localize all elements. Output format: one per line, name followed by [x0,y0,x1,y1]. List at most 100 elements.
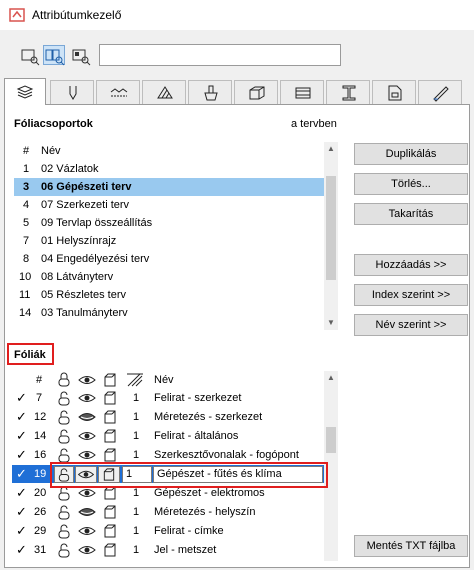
row-name: 04 Engedélyezési terv [41,253,150,265]
row-num: 7 [23,235,30,247]
column-name[interactable]: Név [41,142,61,160]
layer-name[interactable]: Méretezés - helyszín [154,503,255,521]
purge-button[interactable]: Takarítás [354,203,468,225]
intersection-value[interactable]: 1 [133,408,139,426]
list-header: # Név [12,371,324,389]
add-button[interactable]: Hozzáadás >> [354,254,468,276]
intersection-value[interactable]: 1 [133,522,139,540]
layer-combinations-list[interactable]: # Név 1 02 Vázlatok 3 06 Gépészeti terv … [14,142,338,330]
intersection-value[interactable]: 1 [133,427,139,445]
layer-name[interactable]: Felirat - általános [154,427,238,445]
check-icon[interactable]: ✓ [16,484,27,502]
tab-fills[interactable] [142,80,186,104]
delete-button[interactable]: Törlés... [354,173,468,195]
table-row[interactable]: ✓ 31 1 Jel - metszet [12,541,324,559]
check-icon[interactable]: ✓ [16,408,27,426]
column-num[interactable]: # [36,371,42,389]
tile-view-button[interactable] [43,45,65,66]
preview-view-button[interactable] [69,45,91,66]
table-row[interactable]: ✓ 7 1 Felirat - szerkezet [12,389,324,407]
row-num: 20 [34,487,47,499]
solid-model-icon[interactable] [103,542,117,564]
list-item[interactable]: 8 04 Engedélyezési terv [14,250,324,268]
row-name: 03 Tanulmányterv [41,307,128,319]
tab-zones[interactable] [372,80,416,104]
table-row[interactable]: ✓ 29 1 Felirat - címke [12,522,324,540]
list-item[interactable]: 11 05 Részletes terv [14,286,324,304]
row-name: 06 Gépészeti terv [41,181,132,193]
check-icon[interactable]: ✓ [16,465,27,483]
intersection-value[interactable]: 1 [133,541,139,559]
check-icon[interactable]: ✓ [16,427,27,445]
intersection-value[interactable]: 1 [133,503,139,521]
list-item-selected[interactable]: 3 06 Gépészeti terv [14,178,324,196]
tab-layers[interactable] [4,78,46,105]
row-num: 4 [23,199,30,211]
layer-name[interactable]: Felirat - címke [154,522,224,540]
save-txt-button[interactable]: Mentés TXT fájlba [354,535,468,557]
list-item[interactable]: 4 07 Szerkezeti terv [14,196,324,214]
tab-surfaces[interactable] [188,80,232,104]
tab-building-materials[interactable] [234,80,278,104]
finish-icon [433,86,449,102]
title-bar[interactable]: Attribútumkezelő [0,0,474,30]
intersection-value[interactable]: 1 [133,389,139,407]
tab-composites[interactable] [280,80,324,104]
fill-icon [157,86,173,99]
layer-name[interactable]: Jel - metszet [154,541,216,559]
row-name: 01 Helyszínrajz [41,235,117,247]
table-row[interactable]: ✓ 14 1 Felirat - általános [12,427,324,445]
building-material-icon [249,86,265,100]
scroll-up-icon[interactable]: ▲ [324,373,338,382]
check-icon[interactable]: ✓ [16,446,27,464]
list-item[interactable]: 10 08 Látványterv [14,268,324,286]
list-view-button[interactable] [18,45,40,66]
show-icon[interactable] [78,543,96,563]
tab-finishes[interactable] [418,80,462,104]
list-item[interactable]: 14 03 Tanulmányterv [14,304,324,322]
layer-name[interactable]: Felirat - szerkezet [154,389,241,407]
by-index-button[interactable]: Index szerint >> [354,284,468,306]
tab-profiles[interactable] [326,80,370,104]
row-num: 3 [23,181,30,193]
table-row[interactable]: ✓ 26 1 Méretezés - helyszín [12,503,324,521]
duplicate-button[interactable]: Duplikálás [354,143,468,165]
scroll-down-icon[interactable]: ▼ [324,318,338,327]
check-icon[interactable]: ✓ [16,389,27,407]
row-num: 26 [34,506,47,518]
surface-icon [204,85,218,101]
preview-view-icon [72,49,91,66]
row-num: 7 [36,392,43,404]
row-name: 07 Szerkezeti terv [41,199,130,211]
list-item[interactable]: 5 09 Tervlap összeállítás [14,214,324,232]
row-name: 02 Vázlatok [41,163,99,175]
tab-line-types[interactable] [96,80,140,104]
column-num[interactable]: # [23,142,29,160]
tile-view-icon [45,49,65,66]
scrollbar-thumb[interactable] [326,427,336,453]
check-icon[interactable]: ✓ [16,503,27,521]
row-num: 31 [34,544,47,556]
row-num: 5 [23,217,30,229]
scroll-up-icon[interactable]: ▲ [324,144,338,153]
layer-name[interactable]: Méretezés - szerkezet [154,408,262,426]
unlock-icon[interactable] [57,542,71,564]
list-item[interactable]: 1 02 Vázlatok [14,160,324,178]
layers-icon [16,85,34,99]
row-num: 11 [19,289,31,301]
composite-icon [295,87,311,99]
by-name-button[interactable]: Név szerint >> [354,314,468,336]
scrollbar-vertical[interactable]: ▲ ▼ [324,142,338,330]
search-input[interactable] [99,44,341,66]
tab-pens[interactable] [50,80,94,104]
row-num: 16 [34,449,47,461]
check-icon[interactable]: ✓ [16,541,27,559]
highlight-box [7,343,54,365]
check-icon[interactable]: ✓ [16,522,27,540]
list-header: # Név [14,142,324,160]
column-name[interactable]: Név [154,371,174,389]
table-row[interactable]: ✓ 12 1 Méretezés - szerkezet [12,408,324,426]
list-item[interactable]: 7 01 Helyszínrajz [14,232,324,250]
scrollbar-thumb[interactable] [326,176,336,280]
row-num: 14 [19,307,32,319]
